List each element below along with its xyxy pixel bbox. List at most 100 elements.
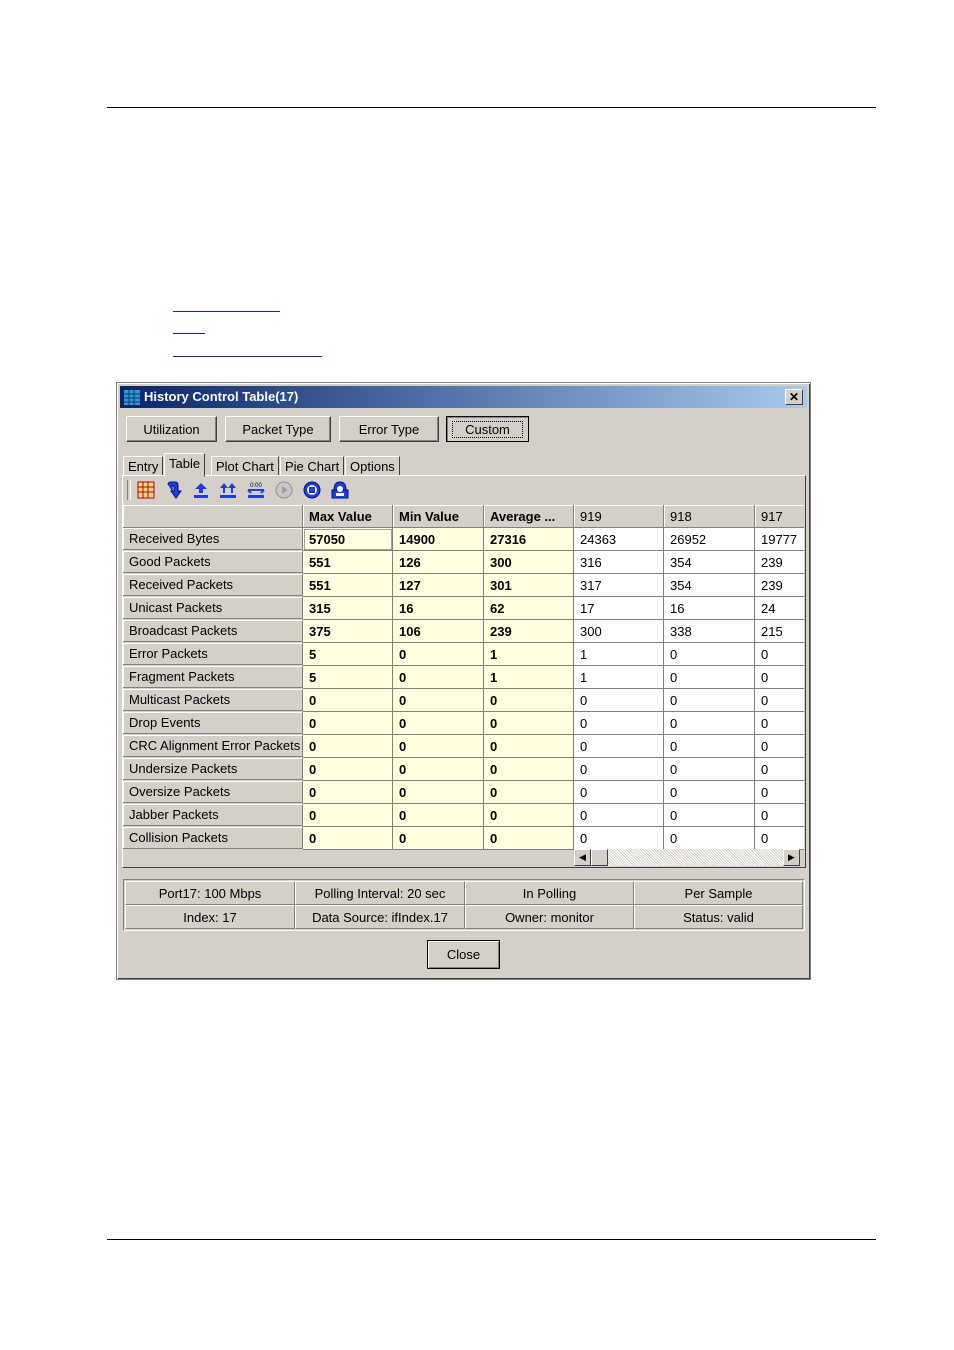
average-cell[interactable]: 0 (484, 781, 574, 804)
min-cell[interactable]: 0 (393, 827, 484, 850)
refresh-down-icon[interactable] (164, 479, 184, 501)
row-label[interactable]: Multicast Packets (123, 689, 303, 711)
row-label[interactable]: Unicast Packets (123, 597, 303, 619)
sample-cell[interactable]: 24363 (574, 528, 664, 551)
header-sample-918[interactable]: 918 (664, 505, 755, 528)
sample-cell[interactable]: 0 (755, 735, 804, 758)
sample-cell[interactable]: 0 (755, 758, 804, 781)
header-sample-919[interactable]: 919 (574, 505, 664, 528)
sample-cell[interactable]: 300 (574, 620, 664, 643)
row-label[interactable]: Drop Events (123, 712, 303, 734)
sample-cell[interactable]: 1 (574, 666, 664, 689)
min-cell[interactable]: 127 (393, 574, 484, 597)
scroll-right-icon[interactable]: ▶ (783, 849, 800, 866)
sample-cell[interactable]: 338 (664, 620, 755, 643)
average-cell[interactable]: 1 (484, 643, 574, 666)
sample-cell[interactable]: 0 (574, 781, 664, 804)
max-cell[interactable]: 0 (303, 735, 393, 758)
custom-button[interactable]: Custom (446, 416, 529, 442)
sample-cell[interactable]: 0 (574, 689, 664, 712)
min-cell[interactable]: 0 (393, 666, 484, 689)
sample-cell[interactable]: 0 (574, 804, 664, 827)
interval-icon[interactable]: 0:00 (246, 479, 266, 501)
save-icon[interactable] (330, 479, 350, 501)
close-icon[interactable]: ✕ (785, 389, 803, 405)
sample-cell[interactable]: 0 (664, 666, 755, 689)
average-cell[interactable]: 62 (484, 597, 574, 620)
header-max-value[interactable]: Max Value (303, 505, 393, 528)
max-cell[interactable]: 0 (303, 781, 393, 804)
min-cell[interactable]: 0 (393, 804, 484, 827)
sample-cell[interactable]: 1 (574, 643, 664, 666)
average-cell[interactable]: 0 (484, 712, 574, 735)
sample-cell[interactable]: 215 (755, 620, 804, 643)
average-cell[interactable]: 0 (484, 689, 574, 712)
min-cell[interactable]: 126 (393, 551, 484, 574)
max-cell[interactable]: 0 (303, 712, 393, 735)
link-underline-2[interactable] (173, 333, 205, 334)
min-cell[interactable]: 106 (393, 620, 484, 643)
average-cell[interactable]: 0 (484, 735, 574, 758)
move-up-icon[interactable] (191, 479, 211, 501)
average-cell[interactable]: 0 (484, 827, 574, 850)
sample-cell[interactable]: 26952 (664, 528, 755, 551)
average-cell[interactable]: 0 (484, 804, 574, 827)
title-bar[interactable]: History Control Table(17) ✕ (120, 386, 807, 408)
max-cell[interactable]: 0 (303, 758, 393, 781)
max-cell[interactable]: 551 (303, 574, 393, 597)
sample-cell[interactable]: 354 (664, 574, 755, 597)
average-cell[interactable]: 0 (484, 758, 574, 781)
sample-cell[interactable]: 0 (574, 712, 664, 735)
sample-cell[interactable]: 0 (664, 781, 755, 804)
header-sample-917[interactable]: 917 (755, 505, 804, 528)
average-cell[interactable]: 27316 (484, 528, 574, 551)
sample-cell[interactable]: 0 (574, 827, 664, 850)
scroll-thumb[interactable] (591, 849, 608, 866)
tab-options[interactable]: Options (345, 456, 400, 476)
sample-cell[interactable]: 0 (755, 643, 804, 666)
tab-entry[interactable]: Entry (123, 456, 164, 476)
max-cell[interactable]: 0 (303, 804, 393, 827)
close-button[interactable]: Close (427, 940, 500, 969)
average-cell[interactable]: 1 (484, 666, 574, 689)
sample-cell[interactable]: 317 (574, 574, 664, 597)
max-cell[interactable]: 5 (303, 666, 393, 689)
stop-icon[interactable] (302, 479, 322, 501)
max-cell[interactable]: 375 (303, 620, 393, 643)
tab-plot-chart[interactable]: Plot Chart (211, 456, 279, 476)
sample-cell[interactable]: 0 (664, 827, 755, 850)
min-cell[interactable]: 0 (393, 735, 484, 758)
sample-cell[interactable]: 0 (664, 735, 755, 758)
min-cell[interactable]: 0 (393, 643, 484, 666)
sample-cell[interactable]: 0 (755, 712, 804, 735)
sample-cell[interactable]: 0 (755, 827, 804, 850)
row-label[interactable]: Undersize Packets (123, 758, 303, 780)
sample-cell[interactable]: 354 (664, 551, 755, 574)
error-type-button[interactable]: Error Type (339, 416, 439, 442)
play-icon[interactable] (274, 479, 294, 501)
average-cell[interactable]: 239 (484, 620, 574, 643)
max-cell[interactable]: 0 (303, 689, 393, 712)
sample-cell[interactable]: 0 (755, 666, 804, 689)
max-cell[interactable]: 57050 (303, 528, 393, 551)
sample-cell[interactable]: 0 (664, 758, 755, 781)
max-cell[interactable]: 315 (303, 597, 393, 620)
link-underline-1[interactable] (173, 311, 280, 312)
row-label[interactable]: Jabber Packets (123, 804, 303, 826)
min-cell[interactable]: 14900 (393, 528, 484, 551)
row-label[interactable]: Broadcast Packets (123, 620, 303, 642)
tab-pie-chart[interactable]: Pie Chart (280, 456, 345, 476)
header-average[interactable]: Average ... (484, 505, 574, 528)
row-label[interactable]: Received Bytes (123, 528, 303, 550)
horizontal-scrollbar[interactable]: ◀ ▶ (574, 849, 800, 866)
scroll-left-icon[interactable]: ◀ (574, 849, 591, 866)
link-underline-3[interactable] (173, 356, 322, 357)
sample-cell[interactable]: 0 (755, 804, 804, 827)
sample-cell[interactable]: 17 (574, 597, 664, 620)
row-label[interactable]: Oversize Packets (123, 781, 303, 803)
sample-cell[interactable]: 0 (664, 804, 755, 827)
row-label[interactable]: CRC Alignment Error Packets (123, 735, 303, 757)
move-both-icon[interactable] (218, 479, 238, 501)
sample-cell[interactable]: 0 (574, 758, 664, 781)
sample-cell[interactable]: 19777 (755, 528, 804, 551)
